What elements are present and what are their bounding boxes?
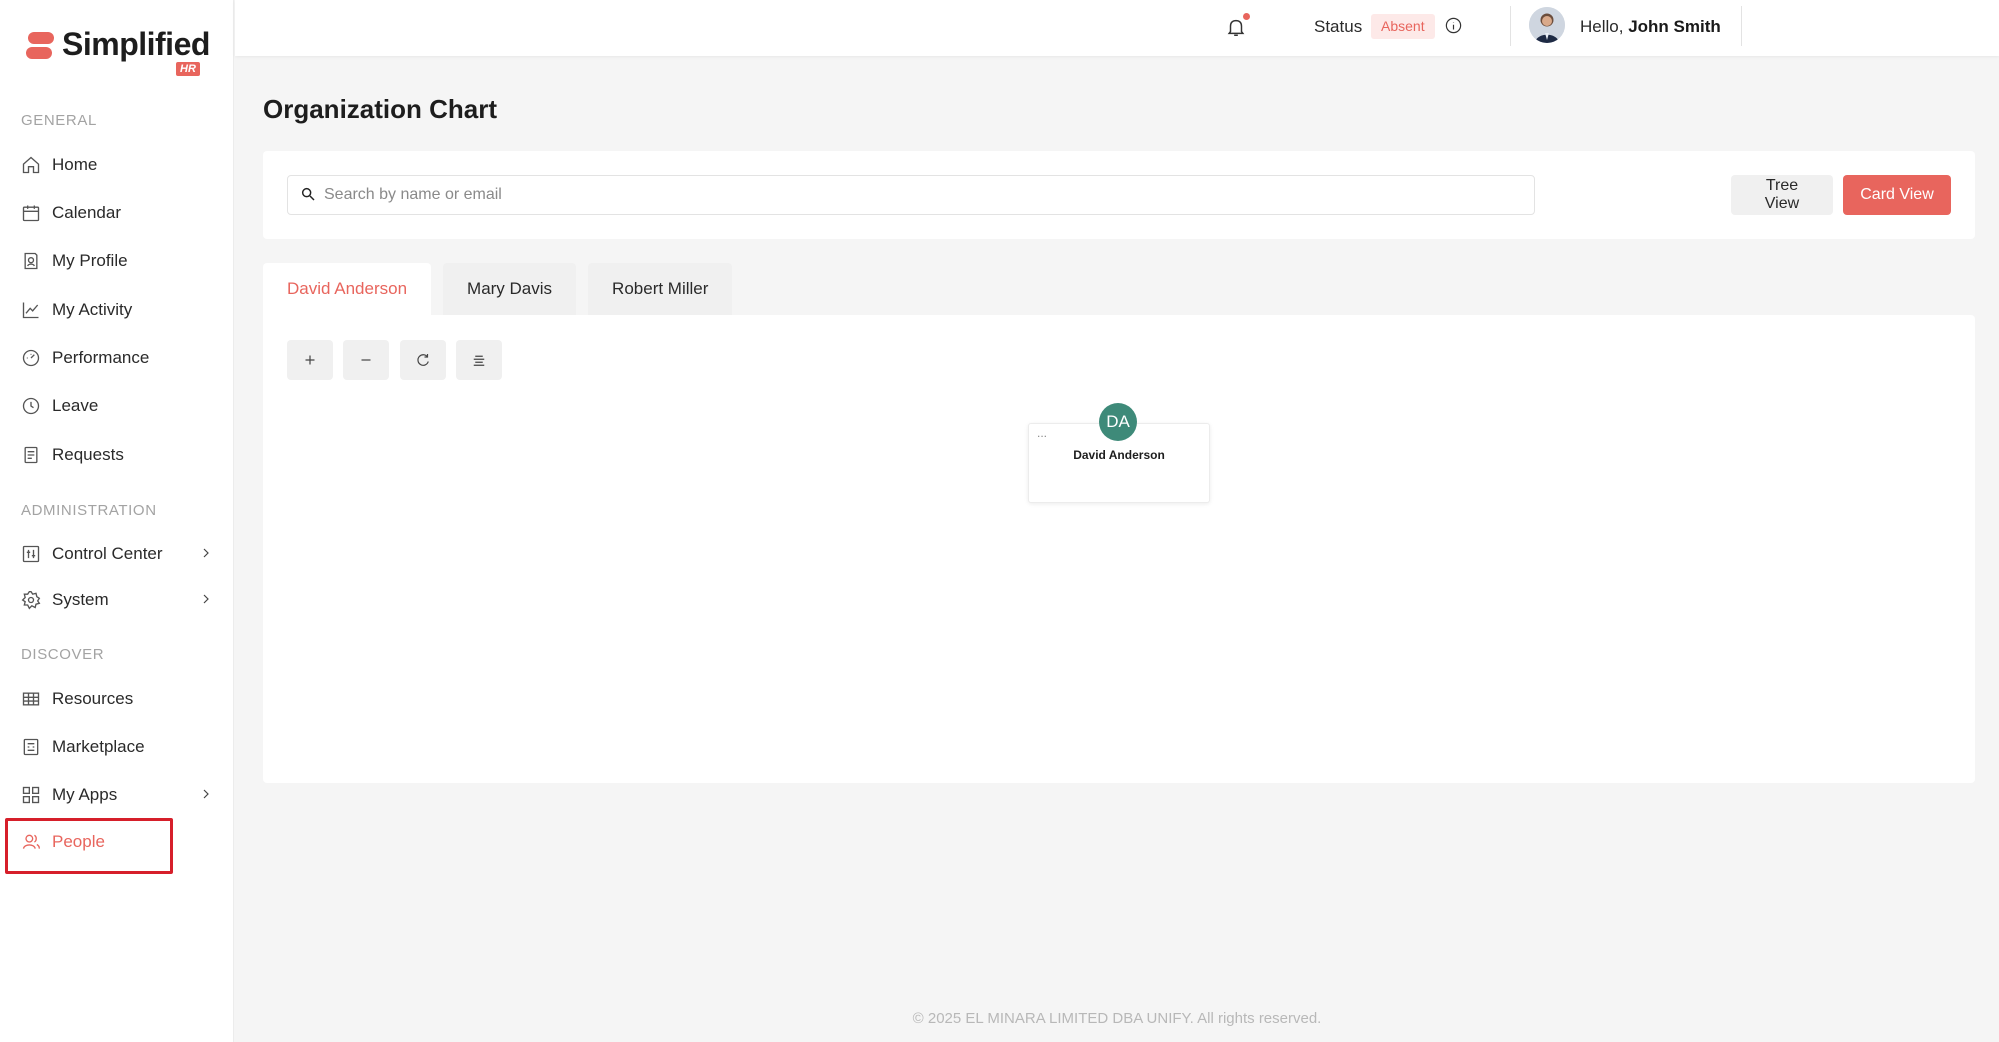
footer-copyright: © 2025 EL MINARA LIMITED DBA UNIFY. All …: [912, 1010, 1322, 1027]
sidebar-item-resources[interactable]: Resources: [20, 681, 216, 717]
node-avatar: DA: [1099, 403, 1137, 441]
user-name: John Smith: [1628, 17, 1721, 36]
sidebar-item-people[interactable]: People: [20, 824, 216, 860]
chevron-right-icon: [198, 591, 216, 609]
sidebar-item-label: Control Center: [52, 544, 163, 563]
activity-chart-icon: [20, 299, 42, 321]
topbar-divider: [1741, 6, 1742, 46]
tree-view-button[interactable]: Tree View: [1731, 175, 1833, 215]
tab-mary-davis[interactable]: Mary Davis: [443, 263, 577, 315]
reset-icon: [417, 354, 429, 366]
grid-icon: [20, 784, 42, 806]
section-label-administration: ADMINISTRATION: [21, 502, 157, 519]
zoom-in-icon: [305, 355, 315, 365]
brand-badge: HR: [176, 62, 200, 76]
sidebar: Simplified HR GENERAL Home Calendar My P…: [0, 0, 234, 1042]
profile-icon: [20, 250, 42, 272]
align-center-button[interactable]: [456, 340, 502, 380]
sidebar-item-control-center[interactable]: Control Center: [20, 536, 216, 572]
table-icon: [20, 688, 42, 710]
org-chart-canvas: ... David Anderson DA: [263, 315, 1975, 783]
search-input[interactable]: [324, 186, 1504, 204]
sidebar-item-label: My Activity: [52, 300, 133, 319]
sidebar-item-label: Requests: [52, 445, 124, 464]
search-icon: [300, 186, 318, 204]
sidebar-item-label: Calendar: [52, 203, 121, 222]
zoom-out-icon: [361, 359, 371, 361]
sidebar-item-my-profile[interactable]: My Profile: [20, 243, 216, 279]
user-avatar[interactable]: [1529, 7, 1565, 43]
sidebar-item-label: Home: [52, 155, 98, 174]
sidebar-item-label: People: [52, 832, 105, 851]
topbar: [235, 0, 1999, 56]
logo-mark-icon: [26, 32, 54, 60]
search-box: [287, 175, 1535, 215]
sidebar-item-my-activity[interactable]: My Activity: [20, 292, 216, 328]
node-menu-button[interactable]: ...: [1037, 426, 1047, 440]
tab-robert-miller[interactable]: Robert Miller: [588, 263, 733, 315]
sidebar-item-system[interactable]: System: [20, 582, 216, 618]
people-icon: [20, 831, 42, 853]
sidebar-item-label: My Apps: [52, 785, 118, 804]
user-avatar-icon: [1529, 7, 1565, 43]
notification-bell-icon[interactable]: [1225, 16, 1247, 40]
calendar-icon: [20, 202, 42, 224]
sidebar-item-label: Leave: [52, 396, 99, 415]
info-icon[interactable]: [1444, 16, 1464, 36]
clock-icon: [20, 395, 42, 417]
sliders-icon: [20, 543, 42, 565]
home-icon: [20, 154, 42, 176]
sidebar-item-label: Marketplace: [52, 737, 145, 756]
greeting-text: Hello,: [1580, 17, 1624, 36]
sidebar-item-label: Performance: [52, 348, 150, 367]
reset-button[interactable]: [400, 340, 446, 380]
section-label-general: GENERAL: [21, 112, 97, 129]
zoom-in-button[interactable]: [287, 340, 333, 380]
search-card: Tree View Card View: [263, 151, 1975, 239]
tab-david-anderson[interactable]: David Anderson: [263, 263, 432, 315]
sidebar-item-label: System: [52, 590, 109, 609]
align-center-icon: [473, 355, 485, 366]
chevron-right-icon: [198, 545, 216, 563]
sidebar-item-label: Resources: [52, 689, 134, 708]
sidebar-item-marketplace[interactable]: Marketplace: [20, 729, 216, 765]
sidebar-item-home[interactable]: Home: [20, 147, 216, 183]
sidebar-item-requests[interactable]: Requests: [20, 437, 216, 473]
sidebar-item-label: My Profile: [52, 251, 128, 270]
store-icon: [20, 736, 42, 758]
topbar-divider: [1510, 6, 1511, 46]
node-name: David Anderson: [1073, 448, 1165, 462]
page-title: Organization Chart: [263, 94, 498, 124]
gauge-icon: [20, 347, 42, 369]
card-view-button[interactable]: Card View: [1843, 175, 1951, 215]
person-tabs: David Anderson Mary Davis Robert Miller: [263, 263, 744, 315]
sidebar-item-performance[interactable]: Performance: [20, 340, 216, 376]
notification-dot: [1243, 13, 1250, 20]
zoom-out-button[interactable]: [343, 340, 389, 380]
status-label: Status: [1314, 17, 1363, 36]
document-icon: [20, 444, 42, 466]
sidebar-item-calendar[interactable]: Calendar: [20, 195, 216, 231]
sidebar-item-leave[interactable]: Leave: [20, 388, 216, 424]
sidebar-item-my-apps[interactable]: My Apps: [20, 777, 216, 813]
brand-name: Simplified: [62, 26, 210, 62]
gear-icon: [20, 589, 42, 611]
chevron-right-icon: [198, 786, 216, 804]
brand-logo[interactable]: Simplified HR: [26, 26, 210, 80]
section-label-discover: DISCOVER: [21, 646, 105, 663]
user-greeting: Hello, John Smith: [1580, 17, 1721, 37]
status-badge: Absent: [1371, 14, 1435, 39]
